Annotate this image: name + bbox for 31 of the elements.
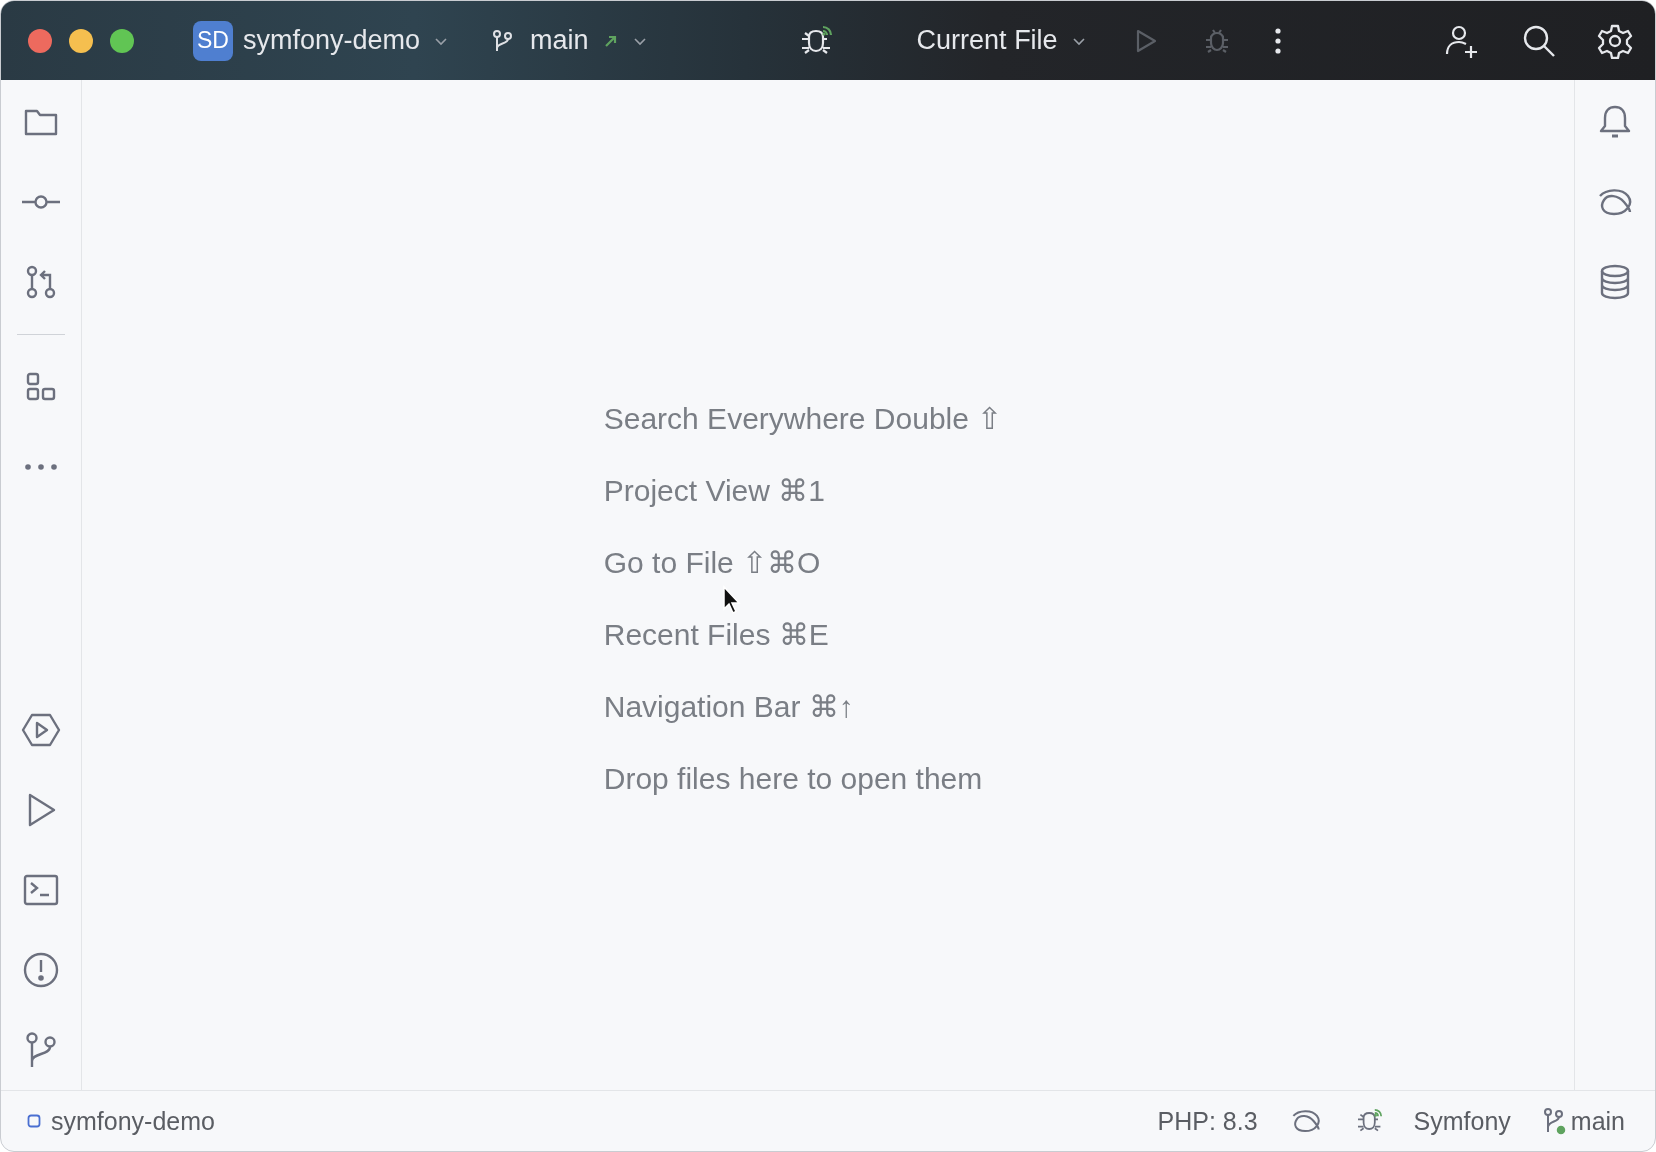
project-icon <box>27 1114 41 1128</box>
close-button[interactable] <box>28 28 52 53</box>
branch-name[interactable]: main <box>1570 1106 1625 1136</box>
git-branch-icon[interactable] <box>24 1031 58 1069</box>
hint-text: Project View ⌘1 <box>603 473 825 509</box>
hint-text: Recent Files ⌘E <box>603 617 829 653</box>
structure-icon[interactable] <box>25 371 57 403</box>
services-icon[interactable] <box>21 712 61 748</box>
problems-icon[interactable] <box>22 951 60 989</box>
zoom-button[interactable] <box>110 28 134 53</box>
php-version[interactable]: PHP: 8.3 <box>1157 1106 1258 1136</box>
run-configuration[interactable]: Current File <box>916 25 1058 56</box>
commit-icon[interactable] <box>21 194 61 210</box>
mouse-pointer-icon <box>722 585 742 615</box>
minimize-button[interactable] <box>69 28 93 53</box>
settings-icon[interactable] <box>1597 22 1633 59</box>
database-icon[interactable] <box>1599 264 1631 300</box>
hint-text: Navigation Bar ⌘↑ <box>603 689 854 725</box>
pull-request-icon[interactable] <box>24 264 58 300</box>
spiral-icon[interactable] <box>1596 186 1634 218</box>
hint-text: Drop files here to open them <box>603 761 983 797</box>
framework-name[interactable]: Symfony <box>1413 1106 1511 1136</box>
project-badge: SD <box>193 20 233 61</box>
branch-name[interactable]: main <box>530 25 589 56</box>
project-name[interactable]: symfony-demo <box>51 1106 215 1136</box>
hint-text: Go to File ⇧⌘O <box>603 545 821 581</box>
project-name[interactable]: symfony-demo <box>243 25 421 56</box>
hint-text: Search Everywhere Double ⇧ <box>603 401 1003 437</box>
terminal-icon[interactable] <box>23 874 59 906</box>
more-icon[interactable] <box>1273 25 1282 56</box>
notifications-icon[interactable] <box>1597 103 1633 141</box>
